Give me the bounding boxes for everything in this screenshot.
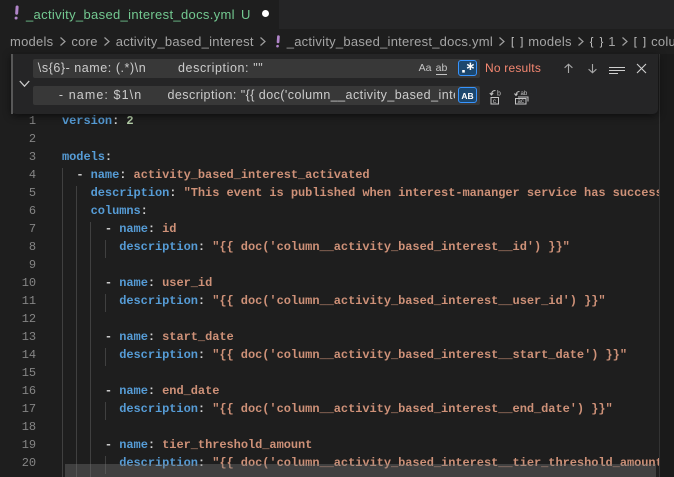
svg-text:ac: ac xyxy=(518,99,524,105)
svg-text:ab: ab xyxy=(521,91,528,97)
svg-text:b: b xyxy=(497,91,501,98)
